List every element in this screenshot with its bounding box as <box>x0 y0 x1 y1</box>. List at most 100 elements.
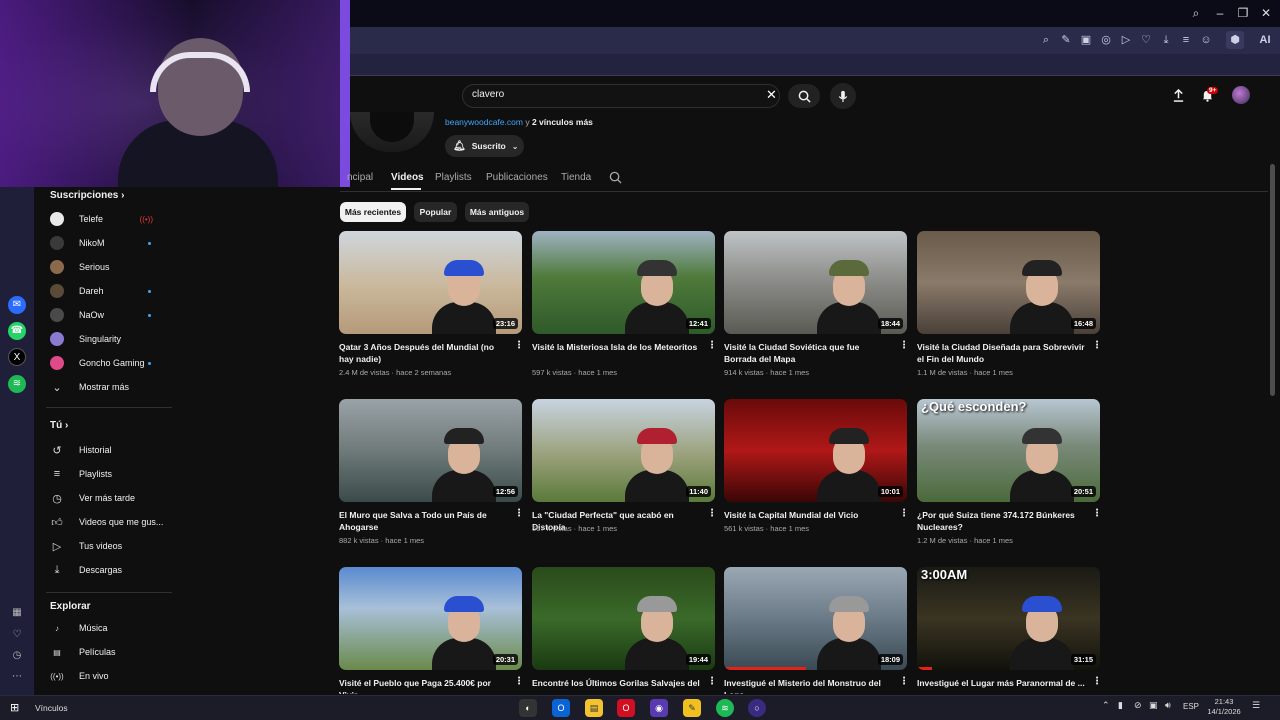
close-icon[interactable]: ✕ <box>1256 4 1276 22</box>
ai-button[interactable]: AI <box>1252 31 1278 49</box>
tab-tienda[interactable]: Tienda <box>561 172 591 183</box>
tab-playlists[interactable]: Playlists <box>435 172 472 183</box>
messenger-icon[interactable]: ✉ <box>8 296 26 314</box>
more-vert-icon[interactable]: ⋮ <box>899 509 907 519</box>
subscription-item[interactable]: Dareh <box>50 281 175 301</box>
video-card[interactable]: 18:09 Investigué el Misterio del Monstruo… <box>724 567 907 694</box>
video-thumbnail[interactable]: 18:09 <box>724 567 907 670</box>
scrollbar-thumb[interactable] <box>1270 164 1275 396</box>
network-icon[interactable]: ▣ <box>1149 700 1158 711</box>
close-icon[interactable]: ✕ <box>766 87 777 103</box>
more-vert-icon[interactable]: ⋮ <box>1092 509 1100 519</box>
chip-recent[interactable]: Más recientes <box>340 202 406 222</box>
subscription-item[interactable]: Serious <box>50 257 175 277</box>
video-title[interactable]: Visité el Pueblo que Paga 25.400€ por Vi… <box>339 677 509 694</box>
video-thumbnail[interactable]: 12:56 <box>339 399 522 502</box>
video-card[interactable]: 16:48 Visité la Ciudad Diseñada para Sobr… <box>917 231 1100 391</box>
video-title[interactable]: Visité la Ciudad Soviética que fue Borra… <box>724 341 894 365</box>
language-indicator[interactable]: ESP <box>1183 702 1199 711</box>
more-vert-icon[interactable]: ⋮ <box>899 677 907 687</box>
video-card[interactable]: 3:00AM 31:15 Investigué el Lugar más Paran… <box>917 567 1100 694</box>
video-title[interactable]: Visité la Capital Mundial del Vicio <box>724 509 894 521</box>
video-title[interactable]: El Muro que Salva a Todo un País de Ahog… <box>339 509 509 533</box>
channel-avatar[interactable] <box>350 112 434 152</box>
nav-item-4[interactable]: ▷ Tus videos <box>50 536 175 556</box>
opera-icon[interactable]: O <box>617 699 635 717</box>
video-title[interactable]: ¿Por qué Suiza tiene 374.172 Búnkeres Nu… <box>917 509 1087 533</box>
search-icon[interactable]: ⌕ <box>1186 4 1206 22</box>
spotify-icon[interactable]: ≋ <box>8 375 26 393</box>
video-title[interactable]: Qatar 3 Años Después del Mundial (no hay… <box>339 341 509 365</box>
volume-icon[interactable]: 🔊︎ <box>1165 700 1171 711</box>
heart-icon[interactable]: ♡ <box>1137 31 1155 49</box>
more-vert-icon[interactable]: ⋮ <box>514 677 522 687</box>
minimize-icon[interactable]: – <box>1210 4 1230 22</box>
explore-item-2[interactable]: ((•)) En vivo <box>50 666 175 686</box>
subscription-item[interactable]: NikoM <box>50 233 175 253</box>
subscription-item[interactable]: Goncho Gaming <box>50 353 175 373</box>
nav-item-2[interactable]: ◷ Ver más tarde <box>50 488 175 508</box>
play-icon[interactable]: ▷ <box>1117 31 1135 49</box>
outlook-icon[interactable]: O <box>552 699 570 717</box>
nav-item-3[interactable]: 👍︎ Videos que me gus... <box>50 512 175 532</box>
video-thumbnail[interactable]: ¿Qué esconden? 20:51 <box>917 399 1100 502</box>
video-title[interactable]: Encontré los Últimos Gorilas Salvajes de… <box>532 677 702 694</box>
chip-oldest[interactable]: Más antiguos <box>465 202 529 222</box>
more-vert-icon[interactable]: ⋮ <box>707 341 715 351</box>
video-thumbnail[interactable]: 19:44 <box>532 567 715 670</box>
show-more-button[interactable]: ⌄ Mostrar más <box>50 377 175 397</box>
voice-search-button[interactable] <box>830 83 856 109</box>
operagx-icon[interactable]: ◉ <box>650 699 668 717</box>
extension-icon[interactable]: ⬢ <box>1226 31 1244 49</box>
search-button[interactable] <box>788 84 820 108</box>
video-card[interactable]: 23:16 Qatar 3 Años Después del Mundial (n… <box>339 231 522 391</box>
grid-icon[interactable]: ▦ <box>8 604 26 622</box>
video-title[interactable]: Visité la Misteriosa Isla de los Meteori… <box>532 341 702 353</box>
video-title[interactable]: Investigué el Lugar más Paranormal de ..… <box>917 677 1087 689</box>
video-thumbnail[interactable]: 20:31 <box>339 567 522 670</box>
whatsapp-icon[interactable]: ☎ <box>8 322 26 340</box>
search-box[interactable] <box>462 84 780 108</box>
more-vert-icon[interactable]: ⋮ <box>707 509 715 519</box>
chevron-up-icon[interactable]: ⌃ <box>1102 700 1110 711</box>
video-thumbnail[interactable]: 23:16 <box>339 231 522 334</box>
more-vert-icon[interactable]: ⋮ <box>1092 341 1100 351</box>
zoom-icon[interactable]: ⌕ <box>1037 31 1055 49</box>
video-card[interactable]: ¿Qué esconden? 20:51 ¿Por qué Suiza tiene … <box>917 399 1100 559</box>
video-card[interactable]: 10:01 Visité la Capital Mundial del Vicio… <box>724 399 907 559</box>
more-links[interactable]: 2 vínculos más <box>532 117 593 127</box>
notification-center-icon[interactable]: ☰ <box>1252 700 1260 711</box>
tab-publicaciones[interactable]: Publicaciones <box>486 172 548 183</box>
nav-item-1[interactable]: ≡ Playlists <box>50 464 175 484</box>
video-card[interactable]: 19:44 Encontré los Últimos Gorilas Salvaj… <box>532 567 715 694</box>
search-input[interactable]: clavero <box>472 89 504 100</box>
video-thumbnail[interactable]: 16:48 <box>917 231 1100 334</box>
video-card[interactable]: 12:56 El Muro que Salva a Todo un País de… <box>339 399 522 559</box>
more-vert-icon[interactable]: ⋮ <box>707 677 715 687</box>
video-thumbnail[interactable]: 3:00AM 31:15 <box>917 567 1100 670</box>
restore-icon[interactable]: ❐ <box>1233 4 1253 22</box>
shield-icon[interactable]: ◎ <box>1097 31 1115 49</box>
taskbar-label[interactable]: Vínculos <box>35 703 68 713</box>
tab-videos[interactable]: Videos <box>391 172 424 183</box>
search-icon[interactable] <box>609 171 622 189</box>
video-title[interactable]: Investigué el Misterio del Monstruo del … <box>724 677 894 694</box>
video-card[interactable]: 18:44 Visité la Ciudad Soviética que fue … <box>724 231 907 391</box>
video-card[interactable]: 20:31 Visité el Pueblo que Paga 25.400€ p… <box>339 567 522 694</box>
more-vert-icon[interactable]: ⋮ <box>899 341 907 351</box>
video-card[interactable]: 12:41 Visité la Misteriosa Isla de los Me… <box>532 231 715 391</box>
profile-icon[interactable]: ☺ <box>1197 31 1215 49</box>
video-title[interactable]: Visité la Ciudad Diseñada para Sobrevivi… <box>917 341 1087 365</box>
more-icon[interactable]: ⋯ <box>8 668 26 686</box>
wifi-off-icon[interactable]: ⊘ <box>1134 700 1142 711</box>
notes-icon[interactable]: ✎ <box>683 699 701 717</box>
subscription-item[interactable]: Telefe ((•)) <box>50 209 175 229</box>
video-thumbnail[interactable]: 11:40 <box>532 399 715 502</box>
video-thumbnail[interactable]: 12:41 <box>532 231 715 334</box>
more-vert-icon[interactable]: ⋮ <box>514 509 522 519</box>
clock-icon[interactable]: ◷ <box>8 647 26 665</box>
windows-icon[interactable]: ⊞ <box>10 701 19 714</box>
nav-item-0[interactable]: ↺ Historial <box>50 440 175 460</box>
chip-popular[interactable]: Popular <box>414 202 457 222</box>
x-icon[interactable]: X <box>8 348 26 366</box>
